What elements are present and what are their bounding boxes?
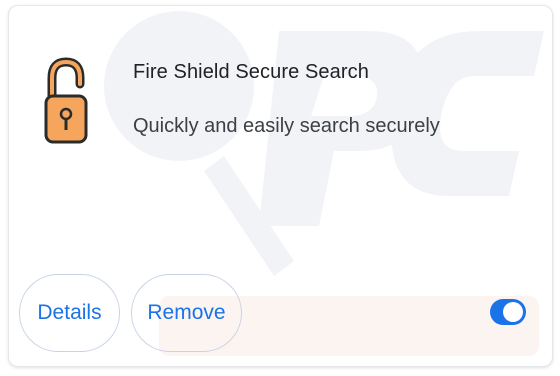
- extension-description: Quickly and easily search securely: [133, 115, 440, 137]
- remove-button[interactable]: Remove: [131, 274, 242, 352]
- extension-name: Fire Shield Secure Search: [133, 61, 369, 83]
- enable-toggle[interactable]: [490, 299, 526, 325]
- extension-card: Fire Shield Secure Search Quickly and ea…: [8, 5, 553, 367]
- padlock-unlocked-icon: [44, 57, 88, 144]
- toggle-knob: [503, 302, 523, 322]
- details-button[interactable]: Details: [19, 274, 120, 352]
